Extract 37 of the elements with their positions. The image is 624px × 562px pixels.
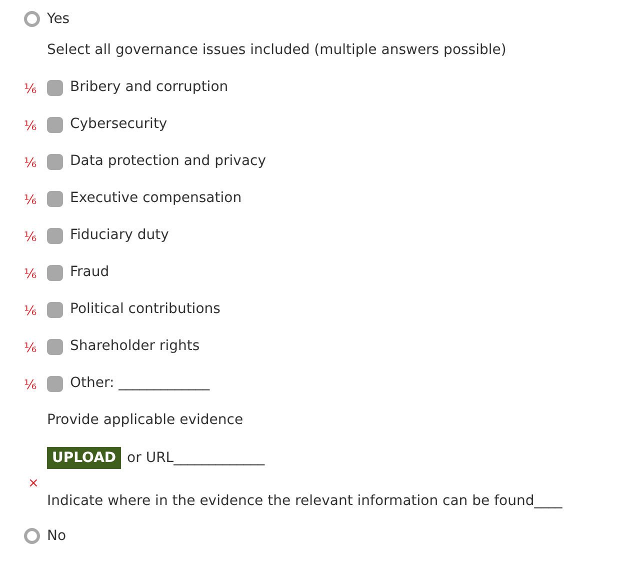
checkbox[interactable] xyxy=(47,376,63,392)
score-mark: ⅙ xyxy=(24,192,38,210)
score-mark: ⅙ xyxy=(24,302,38,321)
evidence-prompt: Provide applicable evidence xyxy=(47,411,244,430)
score-mark: ⅙ xyxy=(24,118,38,136)
score-mark: ⅙ xyxy=(24,154,38,173)
score-mark: ⅙ xyxy=(24,266,38,284)
checkbox-label: Fraud xyxy=(70,263,110,282)
checkbox-label: Executive compensation xyxy=(70,189,242,208)
checkbox[interactable] xyxy=(47,190,63,206)
checkbox-label: Data protection and privacy xyxy=(70,152,266,171)
checkbox[interactable] xyxy=(47,80,63,96)
checkbox-label: Cybersecurity xyxy=(70,115,168,134)
error-mark: × xyxy=(28,477,39,490)
question-text: Indicate where in the evidence the relevant information can be found____ xyxy=(47,492,562,510)
option-label: No xyxy=(47,526,66,546)
checkbox[interactable] xyxy=(47,302,63,318)
score-mark: ⅙ xyxy=(24,340,38,358)
score-mark: ⅙ xyxy=(24,80,38,99)
checkbox-label: Bribery and corruption xyxy=(70,78,228,97)
checkbox[interactable] xyxy=(47,154,63,170)
checkbox[interactable] xyxy=(47,338,63,354)
checkbox-label: Shareholder rights xyxy=(70,337,200,356)
score-mark: ⅙ xyxy=(24,376,38,395)
option-label: Yes xyxy=(47,10,70,28)
checkbox-label: Fiduciary duty xyxy=(70,226,169,245)
checkbox[interactable] xyxy=(47,228,63,244)
question-text: Select all governance issues included (multiple answers possible) xyxy=(47,41,506,60)
radio-button[interactable] xyxy=(24,11,40,27)
checkbox-label: Political contributions xyxy=(70,300,220,319)
checkbox-label: Other: _____________ xyxy=(70,374,210,393)
checkbox[interactable] xyxy=(47,264,63,280)
url-field-label: or URL_____________ xyxy=(127,448,265,468)
upload-button[interactable]: UPLOAD xyxy=(47,447,122,469)
score-mark: ⅙ xyxy=(24,228,38,247)
checkbox[interactable] xyxy=(47,116,63,132)
radio-button[interactable] xyxy=(24,528,40,544)
